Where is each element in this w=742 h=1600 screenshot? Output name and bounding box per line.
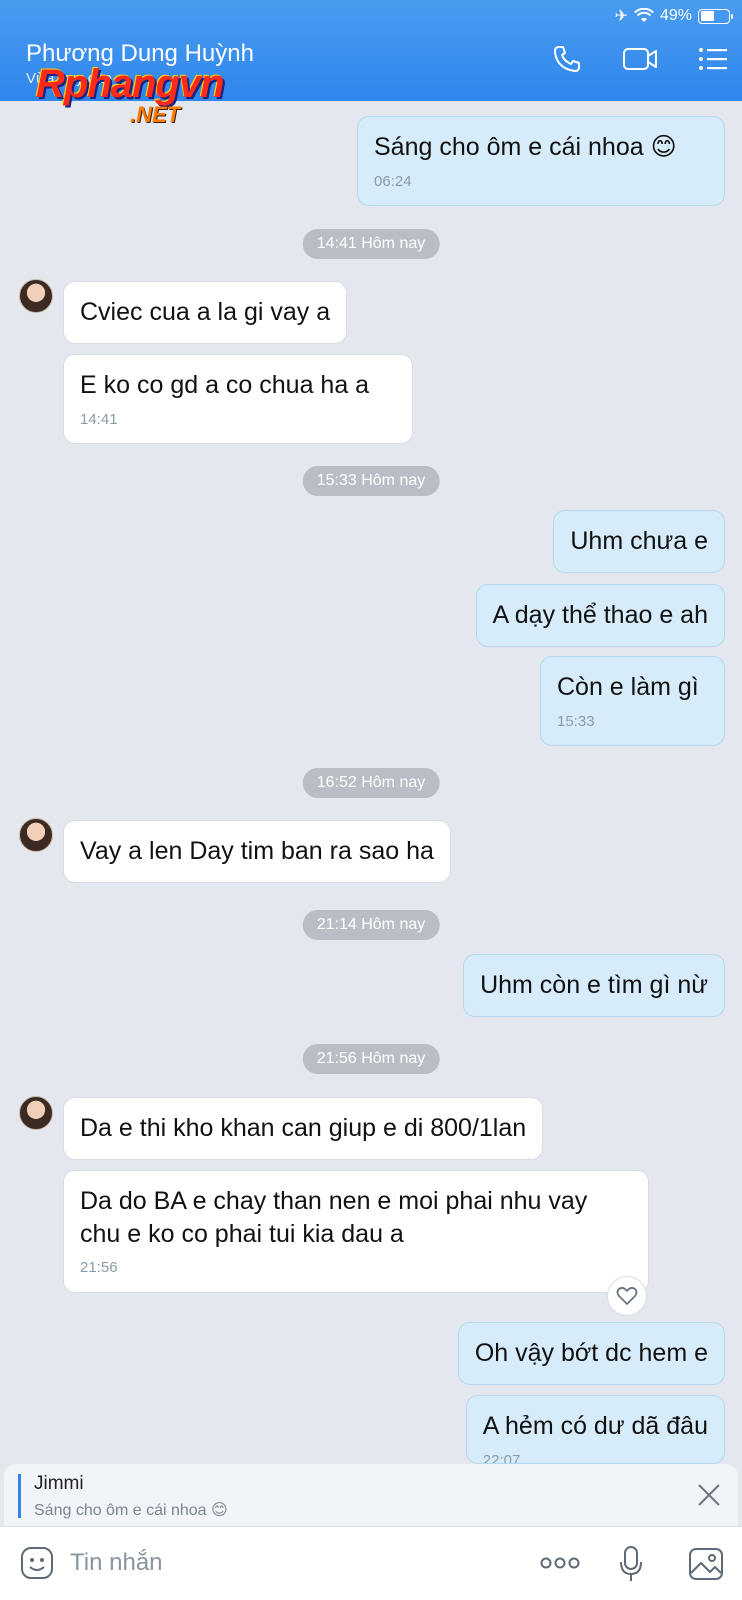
message-text: Sáng cho ôm e cái nhoa 😊: [374, 133, 677, 161]
microphone-icon[interactable]: [618, 1545, 644, 1583]
message-bubble-outgoing[interactable]: Sáng cho ôm e cái nhoa 😊 06:24: [357, 116, 725, 206]
contact-avatar[interactable]: [19, 818, 53, 852]
wifi-icon: [634, 8, 654, 22]
reply-quoted-text: Sáng cho ôm e cái nhoa 😊: [34, 1502, 228, 1519]
message-text: Uhm chưa e: [570, 527, 708, 555]
message-time: 15:33: [557, 712, 595, 730]
message-bubble-outgoing[interactable]: Còn e làm gì 15:33: [540, 656, 725, 746]
date-divider: 21:14 Hôm nay: [302, 910, 440, 940]
heart-icon: [616, 1286, 638, 1305]
more-options-icon[interactable]: [540, 1552, 580, 1574]
battery-percent: 49%: [659, 7, 692, 24]
message-time: 06:24: [374, 172, 412, 190]
battery-icon: [698, 8, 733, 24]
message-text: Da e thi kho khan can giup e di 800/1lan: [80, 1114, 527, 1142]
reply-accent-bar: [18, 1474, 21, 1518]
message-text: Uhm còn e tìm gì nừ: [480, 971, 708, 999]
message-text: Vay a len Day tim ban ra sao ha: [80, 837, 434, 865]
image-gallery-icon[interactable]: [688, 1547, 724, 1581]
message-bubble-incoming[interactable]: Vay a len Day tim ban ra sao ha: [63, 820, 451, 883]
date-divider: 21:56 Hôm nay: [302, 1044, 440, 1074]
reply-sender-name: Jimmi: [34, 1473, 84, 1494]
watermark-logo: Rphangvn: [36, 62, 225, 106]
message-text: Oh vậy bớt dc hem e: [474, 1339, 708, 1367]
message-input[interactable]: [70, 1545, 490, 1581]
message-text: A dạy thể thao e ah: [492, 601, 708, 629]
video-call-icon[interactable]: [622, 45, 658, 73]
date-divider: 16:52 Hôm nay: [302, 768, 440, 798]
airplane-mode-icon: ✈: [614, 8, 628, 25]
message-bubble-outgoing[interactable]: Uhm chưa e: [553, 510, 725, 573]
message-bubble-outgoing[interactable]: Uhm còn e tìm gì nừ: [463, 954, 725, 1017]
reply-preview[interactable]: Jimmi Sáng cho ôm e cái nhoa 😊: [4, 1464, 738, 1526]
status-bar: ✈ 49%: [614, 6, 733, 26]
message-bubble-incoming[interactable]: E ko co gd a co chua ha a 14:41: [63, 354, 413, 444]
message-text: E ko co gd a co chua ha a: [80, 371, 370, 399]
message-time: 22:07: [482, 1451, 521, 1464]
message-time: 21:56: [80, 1259, 118, 1276]
list-menu-icon[interactable]: [698, 46, 728, 72]
message-time: 14:41: [80, 410, 118, 428]
contact-avatar[interactable]: [19, 1096, 53, 1130]
message-text: Cviec cua a la gi vay a: [80, 298, 331, 326]
message-bubble-incoming[interactable]: Da e thi kho khan can giup e di 800/1lan: [63, 1097, 544, 1160]
date-divider: 15:33 Hôm nay: [302, 466, 440, 496]
message-bubble-outgoing[interactable]: A hẻm có dư dã đâu 22:07: [465, 1395, 725, 1464]
message-bubble-incoming[interactable]: Cviec cua a la gi vay a: [63, 281, 348, 344]
message-bubble-outgoing[interactable]: Oh vậy bớt dc hem e: [457, 1322, 725, 1385]
message-bubble-outgoing[interactable]: A dạy thể thao e ah: [475, 584, 725, 647]
message-composer: [0, 1526, 742, 1600]
battery-level: [700, 11, 714, 21]
watermark-logo-suffix: .NET: [130, 102, 181, 127]
message-text: Da do BA e chay than nen e moi phai nhu …: [80, 1187, 588, 1248]
contact-avatar[interactable]: [19, 279, 53, 313]
phone-icon[interactable]: [552, 44, 582, 74]
close-icon[interactable]: [696, 1482, 722, 1508]
header-actions: [552, 44, 728, 74]
message-bubble-incoming[interactable]: Da do BA e chay than nen e moi phai nhu …: [63, 1170, 649, 1293]
emoji-icon[interactable]: [20, 1546, 54, 1580]
message-text: A hẻm có dư dã đâu: [482, 1412, 708, 1440]
message-text: Còn e làm gì: [557, 673, 699, 701]
date-divider: 14:41 Hôm nay: [302, 229, 440, 259]
react-heart-button[interactable]: [607, 1276, 647, 1316]
